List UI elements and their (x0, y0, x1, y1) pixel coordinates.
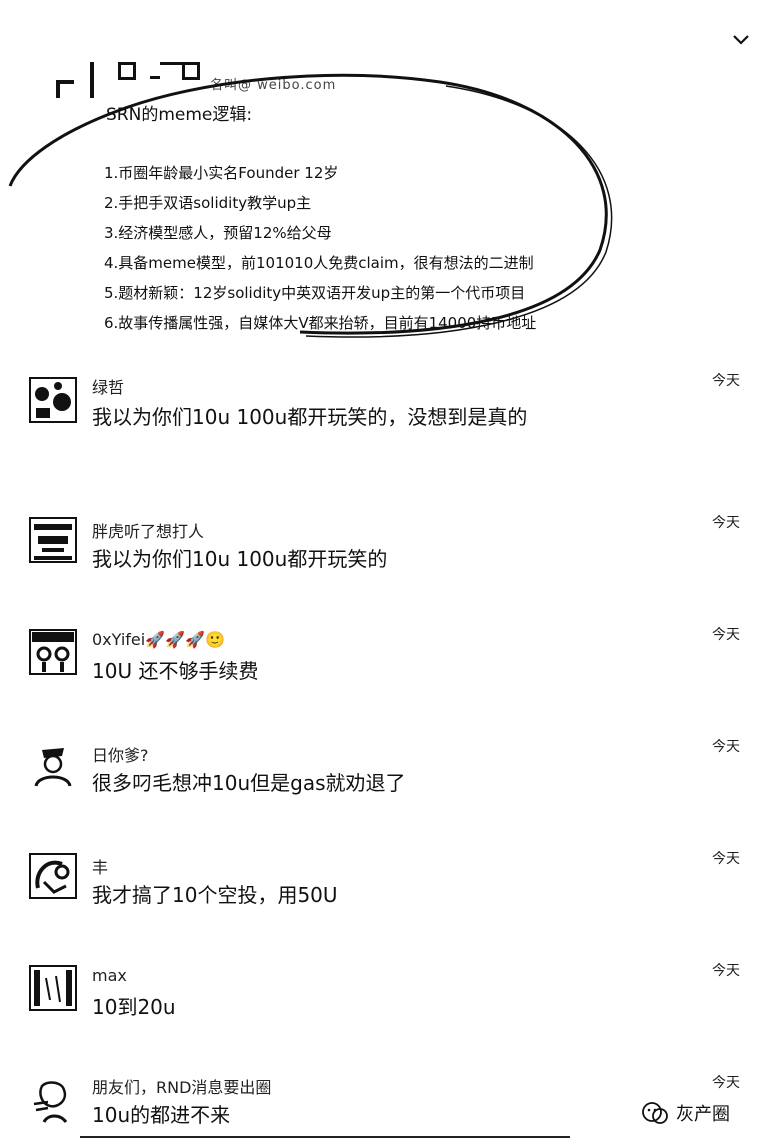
comment-text: 10u的都进不来 (92, 1103, 231, 1127)
comment-time: 今天 (712, 515, 740, 531)
comment-text: 我以为你们10u 100u都开玩笑的，没想到是真的 (92, 405, 528, 429)
avatar[interactable] (28, 516, 78, 564)
avatar[interactable] (28, 740, 78, 788)
hand-drawn-circle (8, 73, 613, 338)
comment-time: 今天 (712, 627, 740, 643)
comment-time: 今天 (712, 963, 740, 979)
avatar[interactable] (28, 628, 78, 676)
avatar[interactable] (28, 852, 78, 900)
avatar[interactable] (28, 1078, 78, 1126)
comment-time: 今天 (712, 739, 740, 755)
comment-time: 今天 (712, 373, 740, 389)
avatar[interactable] (28, 964, 78, 1012)
wechat-dots-icon (642, 1102, 668, 1124)
divider (80, 1136, 570, 1138)
comment-username[interactable]: max (92, 966, 127, 985)
comment-username[interactable]: 0xYifei🚀🚀🚀🙂 (92, 630, 225, 649)
comment-text: 很多叼毛想冲10u但是gas就劝退了 (92, 771, 406, 795)
avatar[interactable] (28, 376, 78, 424)
comment-username[interactable]: 绿哲 (92, 374, 124, 398)
comment-username[interactable]: 朋友们，RND消息要出圈 (92, 1074, 271, 1098)
comment-text: 10到20u (92, 995, 176, 1019)
comment-username[interactable]: 丰 (92, 854, 108, 878)
watermark: 灰产圈 (676, 1104, 730, 1125)
comment-time: 今天 (712, 851, 740, 867)
comment-text: 10U 还不够手续费 (92, 659, 259, 683)
comment-username[interactable]: 胖虎听了想打人 (92, 518, 204, 542)
comment-username[interactable]: 日你爹? (92, 742, 149, 766)
comment-text: 我才搞了10个空投，用50U (92, 883, 338, 907)
comment-time: 今天 (712, 1075, 740, 1091)
comment-text: 我以为你们10u 100u都开玩笑的 (92, 547, 388, 571)
